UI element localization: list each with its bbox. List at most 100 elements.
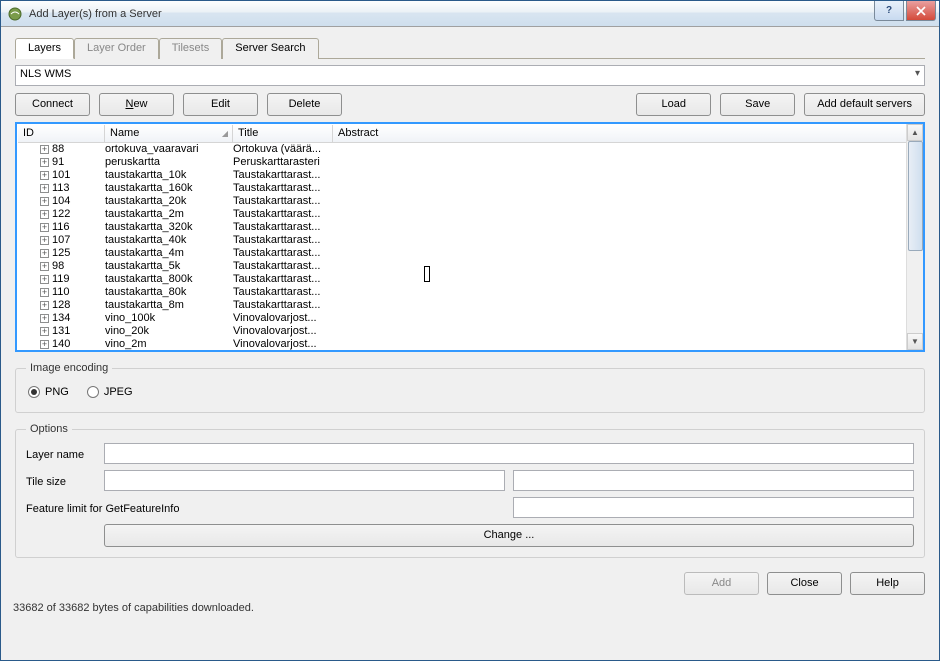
cell-title: Taustakarttarast... bbox=[233, 234, 333, 247]
table-row[interactable]: +104taustakartta_20kTaustakarttarast... bbox=[18, 195, 922, 208]
layer-list-header: ID Name◢ Title Abstract bbox=[18, 125, 922, 143]
delete-button[interactable]: Delete bbox=[267, 93, 342, 116]
table-row[interactable]: +119 taustakartta_800kTaustakarttarast... bbox=[18, 273, 922, 286]
load-button[interactable]: Load bbox=[636, 93, 711, 116]
expand-icon[interactable]: + bbox=[40, 288, 49, 297]
tab-layer-order: Layer Order bbox=[74, 38, 159, 59]
status-bar: 33682 of 33682 bytes of capabilities dow… bbox=[1, 599, 939, 620]
expand-icon[interactable]: + bbox=[40, 314, 49, 323]
vertical-scrollbar[interactable]: ▲ ▼ bbox=[906, 124, 923, 350]
table-row[interactable]: +134 vino_100kVinovalovarjost... bbox=[18, 312, 922, 325]
add-default-servers-button[interactable]: Add default servers bbox=[804, 93, 925, 116]
expand-icon[interactable]: + bbox=[40, 145, 49, 154]
cell-title: Vinovalovarjost... bbox=[233, 312, 333, 325]
dialog-content: Layers Layer Order Tilesets Server Searc… bbox=[1, 27, 939, 562]
feature-limit-label: Feature limit for GetFeatureInfo bbox=[26, 500, 505, 515]
radio-dot-png bbox=[28, 386, 40, 398]
scroll-down-icon[interactable]: ▼ bbox=[907, 333, 923, 350]
expand-icon[interactable]: + bbox=[40, 301, 49, 310]
cell-name: taustakartta_800k bbox=[105, 273, 233, 286]
options-grid: Layer name Tile size Feature limit for G… bbox=[26, 443, 914, 547]
col-abstract[interactable]: Abstract bbox=[333, 125, 922, 142]
tile-size-input-a[interactable] bbox=[104, 470, 505, 491]
titlebar-close-button[interactable] bbox=[906, 1, 936, 21]
table-row[interactable]: +122taustakartta_2mTaustakarttarast... bbox=[18, 208, 922, 221]
tab-layers[interactable]: Layers bbox=[15, 38, 74, 59]
radio-jpeg[interactable]: JPEG bbox=[87, 386, 133, 398]
cell-title: Taustakarttarast... bbox=[233, 286, 333, 299]
cell-title: Taustakarttarast... bbox=[233, 182, 333, 195]
cell-title: Taustakarttarast... bbox=[233, 273, 333, 286]
expand-icon[interactable]: + bbox=[40, 158, 49, 167]
cell-title: Taustakarttarast... bbox=[233, 169, 333, 182]
cell-id: 119 bbox=[52, 273, 70, 286]
toolbar-row: Connect New Edit Delete Load Save Add de… bbox=[15, 93, 925, 116]
table-row[interactable]: +88ortokuva_vaaravariOrtokuva (väärä... bbox=[18, 143, 922, 156]
cell-name: taustakartta_80k bbox=[105, 286, 233, 299]
connect-button[interactable]: Connect bbox=[15, 93, 90, 116]
expand-icon[interactable]: + bbox=[40, 262, 49, 271]
close-button[interactable]: Close bbox=[767, 572, 842, 595]
edit-button[interactable]: Edit bbox=[183, 93, 258, 116]
table-row[interactable]: +116taustakartta_320kTaustakarttarast... bbox=[18, 221, 922, 234]
change-button[interactable]: Change ... bbox=[104, 524, 914, 547]
cell-id: 113 bbox=[52, 182, 70, 195]
expand-icon[interactable]: + bbox=[40, 236, 49, 245]
cell-id: 122 bbox=[52, 208, 70, 221]
layer-list: ID Name◢ Title Abstract +88ortokuva_vaar… bbox=[15, 122, 925, 352]
sort-indicator-icon: ◢ bbox=[222, 129, 228, 138]
expand-icon[interactable]: + bbox=[40, 223, 49, 232]
save-button[interactable]: Save bbox=[720, 93, 795, 116]
window-buttons: ? bbox=[874, 1, 936, 21]
layer-list-body[interactable]: +88ortokuva_vaaravariOrtokuva (väärä...+… bbox=[18, 143, 922, 351]
cell-id: 128 bbox=[52, 299, 70, 312]
tile-size-input-b[interactable] bbox=[513, 470, 914, 491]
titlebar[interactable]: Add Layer(s) from a Server ? bbox=[1, 1, 939, 27]
table-row[interactable]: +91peruskarttaPeruskarttarasteri bbox=[18, 156, 922, 169]
table-row[interactable]: +110 taustakartta_80kTaustakarttarast... bbox=[18, 286, 922, 299]
feature-limit-input[interactable] bbox=[513, 497, 914, 518]
server-dropdown[interactable]: NLS WMS bbox=[15, 65, 925, 86]
tabbar: Layers Layer Order Tilesets Server Searc… bbox=[15, 37, 925, 59]
col-title[interactable]: Title bbox=[233, 125, 333, 142]
cell-title: Taustakarttarast... bbox=[233, 299, 333, 312]
titlebar-help-button[interactable]: ? bbox=[874, 1, 904, 21]
table-row[interactable]: +140vino_2mVinovalovarjost... bbox=[18, 338, 922, 351]
cell-name: vino_100k bbox=[105, 312, 233, 325]
tab-server-search[interactable]: Server Search bbox=[222, 38, 318, 59]
expand-icon[interactable]: + bbox=[40, 275, 49, 284]
cell-title: Vinovalovarjost... bbox=[233, 325, 333, 338]
cell-id: 110 bbox=[52, 286, 70, 299]
table-row[interactable]: +131vino_20kVinovalovarjost... bbox=[18, 325, 922, 338]
cell-title: Taustakarttarast... bbox=[233, 195, 333, 208]
expand-icon[interactable]: + bbox=[40, 171, 49, 180]
expand-icon[interactable]: + bbox=[40, 249, 49, 258]
cell-id: 134 bbox=[52, 312, 70, 325]
options-group: Options Layer name Tile size Feature lim… bbox=[15, 423, 925, 558]
new-button[interactable]: New bbox=[99, 93, 174, 116]
expand-icon[interactable]: + bbox=[40, 210, 49, 219]
cell-title: Peruskarttarasteri bbox=[233, 156, 333, 169]
cell-id: 116 bbox=[52, 221, 70, 234]
layer-name-input[interactable] bbox=[104, 443, 914, 464]
table-row[interactable]: +125taustakartta_4mTaustakarttarast... bbox=[18, 247, 922, 260]
table-row[interactable]: +101taustakartta_10kTaustakarttarast... bbox=[18, 169, 922, 182]
cell-id: 98 bbox=[52, 260, 64, 273]
expand-icon[interactable]: + bbox=[40, 340, 49, 349]
scroll-thumb[interactable] bbox=[908, 141, 923, 251]
cell-id: 101 bbox=[52, 169, 70, 182]
table-row[interactable]: +128taustakartta_8mTaustakarttarast... bbox=[18, 299, 922, 312]
col-id[interactable]: ID bbox=[18, 125, 105, 142]
table-row[interactable]: +107taustakartta_40kTaustakarttarast... bbox=[18, 234, 922, 247]
radio-png[interactable]: PNG bbox=[28, 386, 69, 398]
cell-name: vino_2m bbox=[105, 338, 233, 351]
encoding-radios: PNG JPEG bbox=[26, 382, 914, 402]
col-name[interactable]: Name◢ bbox=[105, 125, 233, 142]
expand-icon[interactable]: + bbox=[40, 184, 49, 193]
help-button[interactable]: Help bbox=[850, 572, 925, 595]
scroll-up-icon[interactable]: ▲ bbox=[907, 124, 923, 141]
expand-icon[interactable]: + bbox=[40, 197, 49, 206]
expand-icon[interactable]: + bbox=[40, 327, 49, 336]
table-row[interactable]: +113taustakartta_160kTaustakarttarast... bbox=[18, 182, 922, 195]
table-row[interactable]: +98taustakartta_5kTaustakarttarast... bbox=[18, 260, 922, 273]
